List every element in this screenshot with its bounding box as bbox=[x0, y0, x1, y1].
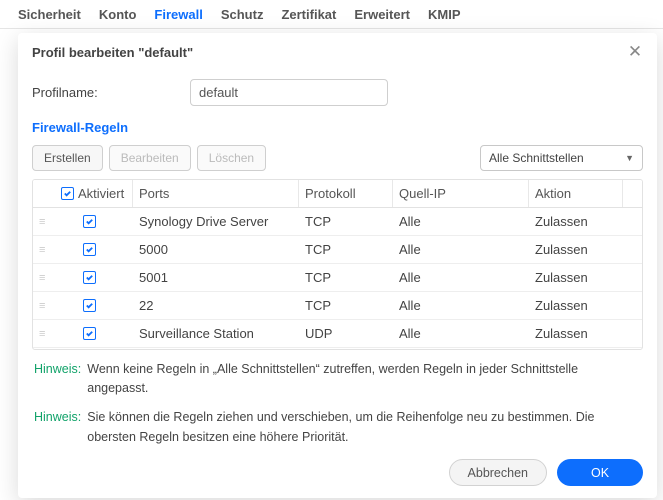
table-header: Aktiviert Ports Protokoll Quell-IP Aktio… bbox=[33, 180, 642, 208]
cell-source: Alle bbox=[393, 298, 529, 313]
cell-ports: 5000 bbox=[133, 242, 299, 257]
profile-name-input[interactable] bbox=[190, 79, 388, 106]
cell-protocol: TCP bbox=[299, 298, 393, 313]
hint-label: Hinweis: bbox=[34, 360, 81, 399]
cell-ports: 5001 bbox=[133, 270, 299, 285]
background-tabs: Sicherheit Konto Firewall Schutz Zertifikat E… bbox=[0, 0, 663, 29]
col-protocol: Protokoll bbox=[299, 180, 393, 207]
row-enabled-checkbox[interactable] bbox=[83, 299, 96, 312]
cell-ports: Synology Drive Server bbox=[133, 214, 299, 229]
chevron-down-icon: ▼ bbox=[625, 153, 634, 163]
drag-handle-icon[interactable]: ≡ bbox=[33, 244, 55, 256]
tab-sicherheit[interactable]: Sicherheit bbox=[18, 7, 81, 28]
rules-toolbar: Erstellen Bearbeiten Löschen Alle Schnit… bbox=[32, 145, 643, 179]
col-source: Quell-IP bbox=[393, 180, 529, 207]
table-row[interactable]: ≡ 5001TCPAlleZulassen bbox=[33, 264, 642, 292]
tab-erweitert[interactable]: Erweitert bbox=[354, 7, 410, 28]
cell-protocol: TCP bbox=[299, 242, 393, 257]
cell-source: Alle bbox=[393, 214, 529, 229]
table-row[interactable]: ≡ Surveillance StationUDPAlleZulassen bbox=[33, 320, 642, 348]
cell-protocol: TCP bbox=[299, 214, 393, 229]
drag-handle-icon[interactable]: ≡ bbox=[33, 328, 55, 340]
profile-name-label: Profilname: bbox=[32, 85, 190, 100]
hint-label: Hinweis: bbox=[34, 408, 81, 447]
tab-konto[interactable]: Konto bbox=[99, 7, 137, 28]
cell-action: Zulassen bbox=[529, 214, 623, 229]
cell-action: Zulassen bbox=[529, 242, 623, 257]
cell-source: Alle bbox=[393, 242, 529, 257]
table-row[interactable]: ≡ Synology Drive ServerTCPAlleZulassen bbox=[33, 208, 642, 236]
cell-source: Alle bbox=[393, 326, 529, 341]
interface-select-value: Alle Schnittstellen bbox=[489, 151, 584, 165]
cancel-button[interactable]: Abbrechen bbox=[449, 459, 547, 486]
col-ports: Ports bbox=[133, 180, 299, 207]
create-button[interactable]: Erstellen bbox=[32, 145, 103, 171]
tab-schutz[interactable]: Schutz bbox=[221, 7, 264, 28]
cell-ports: Surveillance Station bbox=[133, 326, 299, 341]
table-row[interactable]: ≡ 5000TCPAlleZulassen bbox=[33, 236, 642, 264]
cell-ports: 22 bbox=[133, 298, 299, 313]
modal-title: Profil bearbeiten "default" bbox=[32, 45, 193, 60]
drag-handle-icon[interactable]: ≡ bbox=[33, 300, 55, 312]
tab-firewall-rules[interactable]: Firewall-Regeln bbox=[32, 118, 643, 145]
row-enabled-checkbox[interactable] bbox=[83, 327, 96, 340]
col-action: Aktion bbox=[529, 180, 623, 207]
drag-handle-icon[interactable]: ≡ bbox=[33, 272, 55, 284]
hint-text-2: Sie können die Regeln ziehen und verschi… bbox=[87, 408, 641, 447]
row-enabled-checkbox[interactable] bbox=[83, 271, 96, 284]
rules-table: Aktiviert Ports Protokoll Quell-IP Aktio… bbox=[32, 179, 643, 350]
drag-handle-icon[interactable]: ≡ bbox=[33, 216, 55, 228]
cell-protocol: TCP bbox=[299, 270, 393, 285]
tab-firewall[interactable]: Firewall bbox=[154, 7, 202, 28]
close-icon[interactable]: ✕ bbox=[627, 44, 643, 60]
cell-action: Zulassen bbox=[529, 326, 623, 341]
row-enabled-checkbox[interactable] bbox=[83, 215, 96, 228]
row-enabled-checkbox[interactable] bbox=[83, 243, 96, 256]
ok-button[interactable]: OK bbox=[557, 459, 643, 486]
cell-protocol: UDP bbox=[299, 326, 393, 341]
edit-profile-modal: Profil bearbeiten "default" ✕ Profilname… bbox=[18, 33, 657, 498]
hint-text-1: Wenn keine Regeln in „Alle Schnittstelle… bbox=[87, 360, 641, 399]
edit-button: Bearbeiten bbox=[109, 145, 191, 171]
cell-source: Alle bbox=[393, 270, 529, 285]
delete-button: Löschen bbox=[197, 145, 266, 171]
col-activated: Aktiviert bbox=[78, 186, 124, 201]
table-row[interactable]: ≡ 22TCPAlleZulassen bbox=[33, 292, 642, 320]
select-all-checkbox[interactable] bbox=[61, 187, 74, 200]
tab-zertifikat[interactable]: Zertifikat bbox=[281, 7, 336, 28]
cell-action: Zulassen bbox=[529, 298, 623, 313]
interface-select[interactable]: Alle Schnittstellen ▼ bbox=[480, 145, 643, 171]
tab-kmip[interactable]: KMIP bbox=[428, 7, 461, 28]
cell-action: Zulassen bbox=[529, 270, 623, 285]
